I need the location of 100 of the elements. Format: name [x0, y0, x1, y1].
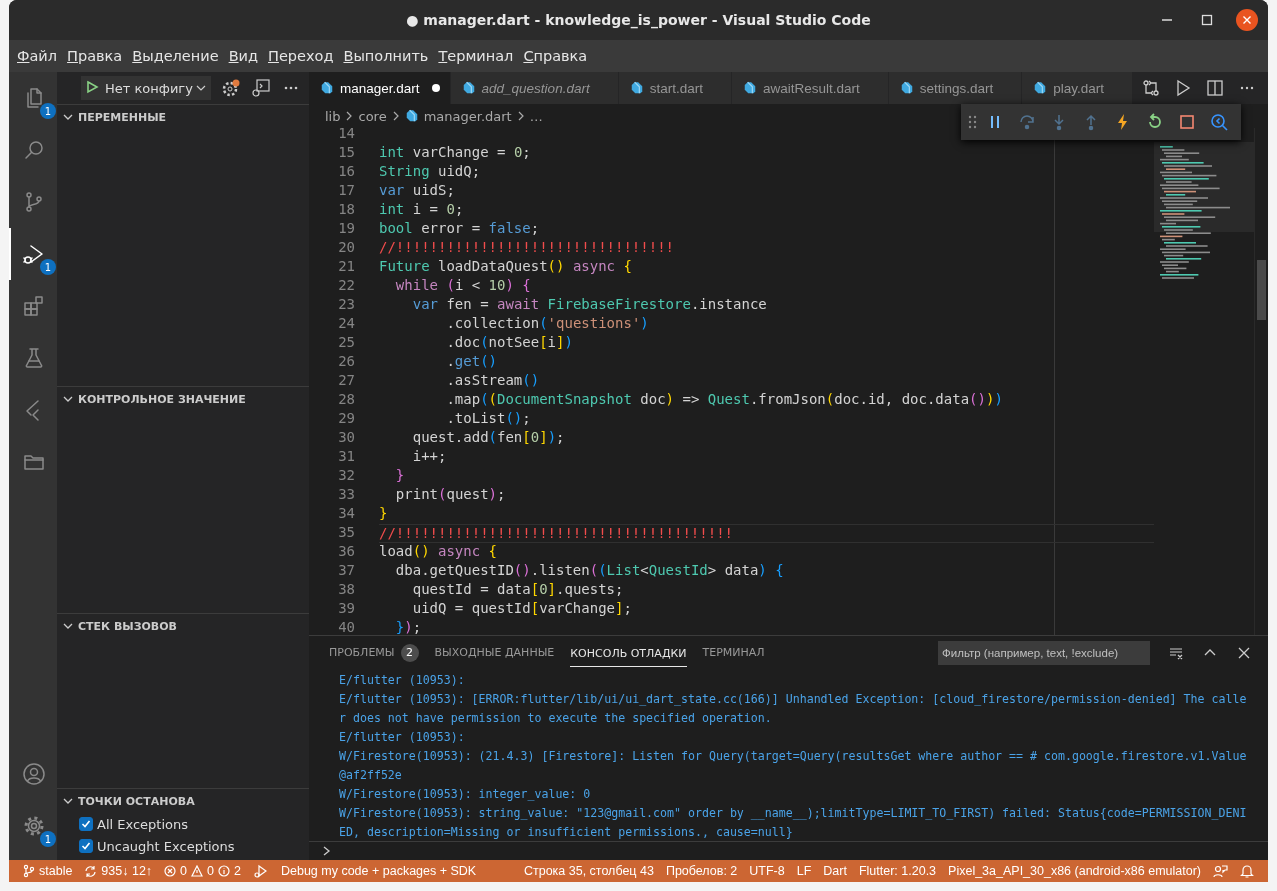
count-badge: 1 — [40, 831, 56, 847]
problems-button[interactable]: 0 0 2 — [158, 860, 247, 882]
menu-item[interactable]: Терминал — [433, 42, 519, 70]
editor-tab[interactable]: start.dart — [618, 72, 732, 104]
breakpoint-label: Uncaught Exceptions — [97, 838, 235, 854]
code-line: .asStream() — [445, 372, 541, 390]
panel-tab[interactable]: ВЫХОДНЫЕ ДАННЫЕ — [426, 636, 563, 670]
status-item[interactable]: Пробелов: 2 — [659, 860, 744, 882]
code-line: } — [379, 505, 389, 523]
code-line: } — [394, 467, 406, 485]
menu-item[interactable]: Файл — [12, 42, 63, 70]
line-number: 29 — [337, 410, 356, 428]
code-line: int varChange = 0; — [379, 144, 532, 162]
window-title: ● manager.dart - knowledge_is_power - Visual Studio Code — [406, 12, 871, 28]
sync-button[interactable]: 935↓ 12↑ — [78, 860, 159, 882]
status-item[interactable]: LF — [790, 860, 818, 882]
line-number: 15 — [337, 144, 356, 162]
console-line: @af2ff52e — [339, 767, 403, 784]
code-line: var uidS; — [379, 182, 456, 200]
menu-item[interactable]: Вид — [223, 42, 264, 70]
code-line: int i = 0; — [379, 201, 465, 219]
line-number: 27 — [337, 372, 356, 390]
editor-tab[interactable]: awaitResult.dart — [731, 72, 889, 104]
line-number: 40 — [337, 619, 356, 635]
line-number: 30 — [337, 429, 356, 447]
status-item[interactable]: Pixel_3a_API_30_x86 (android-x86 emulator) — [942, 860, 1207, 882]
line-number: 17 — [337, 182, 356, 200]
section-header[interactable]: СТЕК ВЫЗОВОВ — [78, 619, 177, 633]
line-number: 22 — [337, 277, 356, 295]
line-number: 16 — [337, 163, 356, 181]
breadcrumb[interactable]: core — [358, 108, 387, 124]
line-number: 23 — [337, 296, 356, 314]
line-number: 31 — [337, 448, 356, 466]
line-number: 36 — [337, 543, 356, 561]
editor-tab[interactable]: play.dart — [1022, 72, 1134, 104]
console-line: W/Firestore(10953): string_value: "123@gmail.com" order by __name__);limitType=LIMIT_TO_FIRST) failed: Status{code=PERMISSION_DENI — [339, 805, 1248, 822]
line-number: 20 — [337, 239, 356, 257]
line-number: 35 — [337, 524, 356, 542]
line-number: 21 — [337, 258, 356, 276]
config-dropdown[interactable]: Нет конфигу — [99, 80, 195, 96]
line-number: 24 — [337, 315, 356, 333]
editor-tab[interactable]: add_question.dart — [450, 72, 619, 104]
code-line: uidQ = questId[varChange]; — [411, 600, 633, 618]
code-line: .toList(); — [445, 410, 532, 428]
console-line: E/flutter (10953): — [339, 729, 466, 746]
menu-item[interactable]: Правка — [62, 42, 128, 70]
code-line: .collection('questions') — [445, 315, 650, 333]
section-header[interactable]: ПЕРЕМЕННЫЕ — [78, 110, 167, 124]
code-line: .map((DocumentSnapshot doc) => Quest.fromJson(doc.id, doc.data())) — [445, 391, 1004, 409]
line-number: 33 — [337, 486, 356, 504]
section-header[interactable]: ТОЧКИ ОСТАНОВА — [78, 794, 195, 808]
line-number: 37 — [337, 562, 356, 580]
line-number: 18 — [337, 201, 356, 219]
menu-item[interactable]: Выделение — [127, 42, 224, 70]
count-badge: 1 — [40, 103, 56, 119]
code-line: print(quest); — [394, 486, 507, 504]
line-number: 19 — [337, 220, 356, 238]
line-number: 38 — [337, 581, 356, 599]
code-line: var fen = await FirebaseFirestore.instance — [411, 296, 768, 314]
line-number: 25 — [337, 334, 356, 352]
status-item[interactable]: Dart — [817, 860, 853, 882]
code-line: questId = data[0].quests; — [411, 581, 625, 599]
code-line: .get() — [445, 353, 498, 371]
editor-tab[interactable]: settings.dart — [888, 72, 1023, 104]
status-item[interactable]: Строка 35, столбец 43 — [517, 860, 660, 882]
console-line: E/flutter (10953): [ERROR:flutter/lib/ui/ui_dart_state.cc(166)] Unhandled Exception: [cloud_firestore/permission-denied] The calle — [339, 691, 1248, 708]
menu-item[interactable]: Переход — [263, 42, 339, 70]
launch-config-button[interactable]: Debug my code + packages + SDK — [280, 864, 477, 878]
line-number: 32 — [337, 467, 356, 485]
breadcrumb[interactable]: lib — [325, 108, 341, 124]
menu-item[interactable]: Справка — [518, 42, 593, 70]
line-number: 28 — [337, 391, 356, 409]
status-item[interactable]: Flutter: 1.20.3 — [852, 860, 943, 882]
status-item[interactable]: UTF-8 — [743, 860, 791, 882]
code-line: load() async { — [379, 543, 498, 561]
code-line: .doc(notSee[i]) — [445, 334, 574, 352]
count-badge: 1 — [40, 259, 56, 275]
section-header[interactable]: КОНТРОЛЬНОЕ ЗНАЧЕНИЕ — [78, 392, 246, 406]
breadcrumb[interactable]: manager.dart — [404, 108, 512, 124]
console-line: W/Firestore(10953): integer_value: 0 — [339, 786, 592, 803]
code-line: i++; — [411, 448, 448, 466]
branch-button[interactable]: stable — [17, 860, 79, 882]
panel-tab[interactable]: ПРОБЛЕМЫ 2 — [321, 636, 427, 670]
menu-item[interactable]: Выполнить — [338, 42, 434, 70]
line-number: 26 — [337, 353, 356, 371]
code-line: dba.getQuestID().listen((List<QuestId> data) { — [394, 562, 785, 580]
breakpoint-label: All Exceptions — [97, 816, 188, 832]
line-number: 14 — [337, 128, 356, 143]
editor-tab[interactable]: manager.dart — [309, 72, 451, 104]
settings-tab[interactable]: 1 — [9, 800, 57, 852]
files-tab[interactable]: 1 — [9, 72, 57, 124]
panel-tab[interactable]: КОНСОЛЬ ОТЛАДКИ — [562, 636, 695, 670]
code-line: quest.add(fen[0]); — [411, 429, 566, 447]
line-number: 34 — [337, 505, 356, 523]
console-line: E/flutter (10953): — [339, 672, 466, 689]
code-line: Future loadDataQuest() async { — [379, 258, 633, 276]
breadcrumb[interactable]: … — [529, 108, 543, 124]
panel-tab[interactable]: ТЕРМИНАЛ — [694, 636, 773, 670]
code-line: //!!!!!!!!!!!!!!!!!!!!!!!!!!!!!!!!!!!!!!!! — [379, 524, 1154, 543]
filter-field[interactable]: Фильтр (например, text, !exclude) — [938, 641, 1150, 665]
